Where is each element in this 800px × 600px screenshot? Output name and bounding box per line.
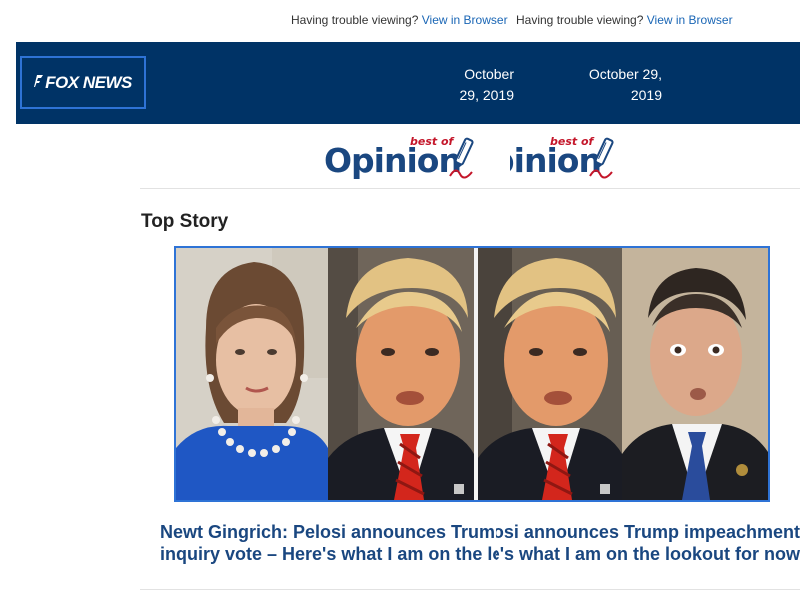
story-divider	[140, 589, 800, 590]
email-header: FOX NEWS October 29, 2019 October 29, 20…	[16, 42, 800, 124]
issue-date: October 29, 2019	[459, 66, 515, 103]
pen-icon	[589, 137, 614, 179]
portrait-trump-duplicate	[478, 248, 622, 500]
fox-news-mark-icon	[34, 73, 44, 93]
fox-news-logo-link[interactable]: FOX NEWS	[20, 56, 146, 109]
view-in-browser-bar: Having trouble viewing? View in Browser …	[0, 13, 800, 29]
headline-line-1-part-b: Newt Gingrich: Pelosi announces Trump im…	[496, 522, 800, 542]
headline-line-1: Newt Gingrich: Pelosi announces Trump im…	[160, 521, 800, 543]
view-in-browser-link-duplicate[interactable]: View in Browser	[647, 13, 733, 27]
best-of-opinion-logo-duplicate: Opinion best of	[510, 132, 622, 186]
portrait-schiff	[622, 248, 768, 500]
headline-line-1-part-a: Newt Gingrich: Pelosi announces Trump im…	[160, 522, 496, 542]
trouble-text-duplicate: Having trouble viewing?	[516, 13, 647, 27]
issue-date-duplicate: October 29, 2019	[588, 66, 662, 103]
headline-line-2-part-b: inquiry vote – Here's what I am on the l…	[496, 544, 800, 564]
top-story-image[interactable]	[174, 246, 770, 502]
pen-icon	[449, 137, 474, 179]
trouble-text: Having trouble viewing?	[291, 13, 422, 27]
best-of-opinion-logo: Opinion best of	[322, 132, 477, 186]
view-in-browser-link[interactable]: View in Browser	[422, 13, 508, 27]
portrait-trump	[328, 248, 474, 500]
fox-news-logo: FOX NEWS	[34, 73, 132, 93]
view-in-browser-notice-duplicate: Having trouble viewing? View in Browser	[516, 13, 800, 27]
view-in-browser-notice: Having trouble viewing? View in Browser	[291, 13, 515, 27]
best-of-opinion-banner: Opinion best of Opinion best of	[0, 132, 800, 188]
section-title: Top Story	[141, 211, 229, 232]
portrait-pelosi	[176, 248, 328, 500]
headline-line-2-part-a: inquiry vote – Here's what I am on the l…	[160, 544, 496, 564]
headline-line-2: inquiry vote – Here's what I am on the l…	[160, 543, 800, 565]
top-story-headline-link[interactable]: Newt Gingrich: Pelosi announces Trump im…	[160, 521, 800, 565]
section-divider	[140, 188, 800, 189]
